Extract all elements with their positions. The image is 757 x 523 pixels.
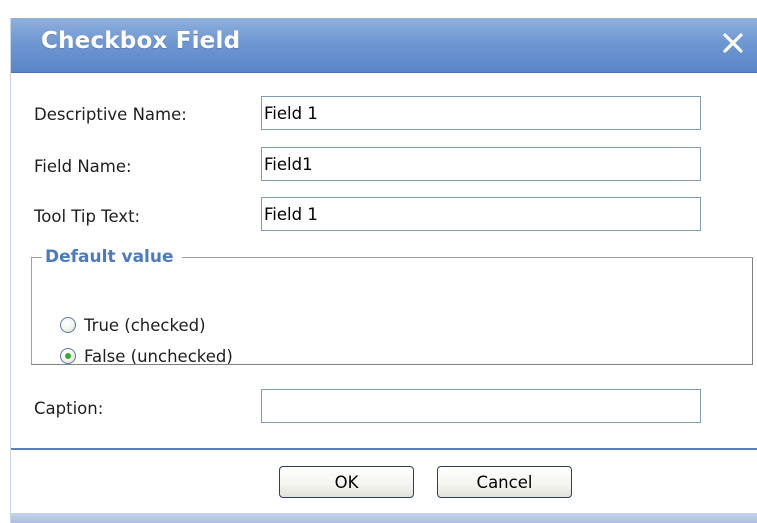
footer-divider: [11, 448, 757, 450]
radio-true-label: True (checked): [84, 315, 206, 335]
radio-button-unchecked-icon[interactable]: [60, 317, 76, 333]
default-value-group: Default value True (checked) False (unch…: [31, 247, 753, 367]
tool-tip-text-label: Tool Tip Text:: [34, 207, 141, 226]
cancel-button[interactable]: Cancel: [437, 466, 572, 498]
dialog-title: Checkbox Field: [41, 28, 241, 54]
descriptive-name-label: Descriptive Name:: [34, 105, 187, 124]
checkbox-field-dialog: Checkbox Field Descriptive Name: Field N…: [10, 18, 757, 523]
title-bar[interactable]: Checkbox Field: [11, 18, 757, 73]
radio-true-checked[interactable]: True (checked): [60, 314, 206, 336]
caption-input[interactable]: [261, 389, 701, 423]
close-icon[interactable]: [720, 30, 746, 56]
dialog-bottom-border: [11, 513, 757, 523]
field-name-label: Field Name:: [34, 157, 132, 176]
ok-button[interactable]: OK: [279, 466, 414, 498]
radio-false-unchecked[interactable]: False (unchecked): [60, 345, 233, 367]
field-name-input[interactable]: [261, 147, 701, 181]
tool-tip-text-input[interactable]: [261, 197, 701, 231]
caption-label: Caption:: [34, 399, 104, 418]
radio-false-label: False (unchecked): [84, 346, 233, 366]
descriptive-name-input[interactable]: [261, 96, 701, 130]
default-value-legend: Default value: [45, 247, 174, 267]
radio-button-checked-icon[interactable]: [60, 348, 76, 364]
